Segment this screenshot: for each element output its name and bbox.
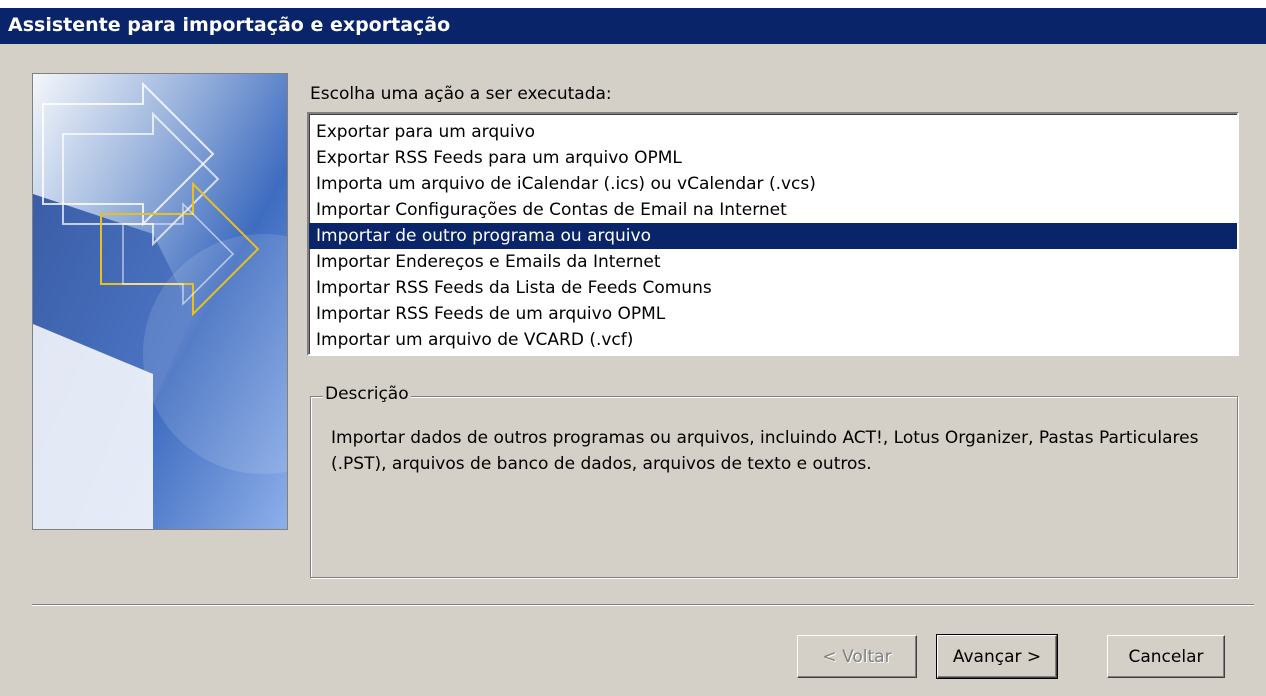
back-button[interactable]: < Voltar — [797, 635, 917, 678]
description-text: Importar dados de outros programas ou ar… — [331, 428, 1199, 474]
action-prompt-label: Escolha uma ação a ser executada: — [310, 84, 612, 104]
list-item[interactable]: Importar RSS Feeds da Lista de Feeds Com… — [309, 275, 1237, 301]
separator-line — [32, 604, 1254, 606]
list-item[interactable]: Importar RSS Feeds de um arquivo OPML — [309, 301, 1237, 327]
description-label: Descrição — [323, 384, 411, 404]
wizard-banner-image — [32, 73, 288, 530]
list-item[interactable]: Exportar para um arquivo — [309, 119, 1237, 145]
list-item[interactable]: Importa um arquivo de iCalendar (.ics) o… — [309, 171, 1237, 197]
arrows-graphic-icon — [33, 74, 287, 529]
list-item[interactable]: Importar um arquivo de VCARD (.vcf) — [309, 327, 1237, 353]
list-item[interactable]: Importar Endereços e Emails da Internet — [309, 249, 1237, 275]
list-item[interactable]: Importar Configurações de Contas de Emai… — [309, 197, 1237, 223]
next-button[interactable]: Avançar > — [936, 634, 1058, 679]
description-groupbox: Descrição Importar dados de outros progr… — [310, 384, 1238, 578]
action-listbox[interactable]: Exportar para um arquivo Exportar RSS Fe… — [307, 112, 1239, 356]
cancel-button[interactable]: Cancelar — [1107, 635, 1225, 678]
title-bar: Assistente para importação e exportação — [0, 0, 1266, 44]
list-item[interactable]: Exportar RSS Feeds para um arquivo OPML — [309, 145, 1237, 171]
window-title: Assistente para importação e exportação — [8, 14, 451, 36]
list-item-selected[interactable]: Importar de outro programa ou arquivo — [309, 223, 1237, 249]
